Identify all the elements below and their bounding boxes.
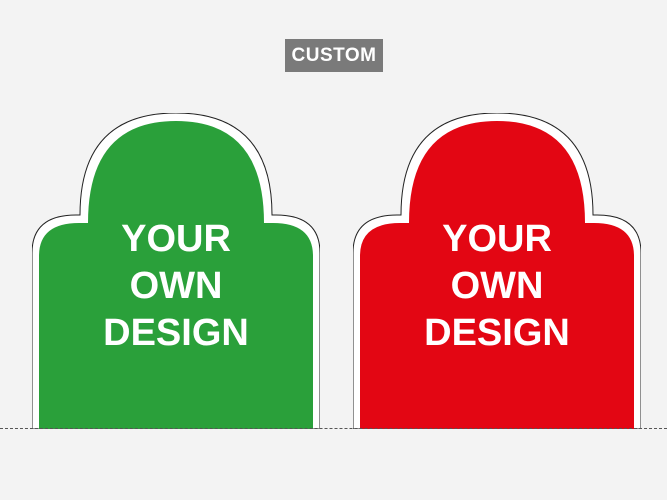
sign-line: DESIGN <box>103 312 249 354</box>
sign-green: YOUR OWN DESIGN <box>32 113 320 429</box>
custom-badge: CUSTOM <box>285 39 383 72</box>
sign-line: DESIGN <box>424 312 570 354</box>
sign-line: YOUR <box>121 218 231 260</box>
ground-line <box>0 428 667 429</box>
sign-text-red: YOUR OWN DESIGN <box>353 216 641 357</box>
sign-line: OWN <box>450 265 544 307</box>
sign-text-green: YOUR OWN DESIGN <box>32 216 320 357</box>
sign-red: YOUR OWN DESIGN <box>353 113 641 429</box>
sign-line: OWN <box>129 265 223 307</box>
sign-line: YOUR <box>442 218 552 260</box>
